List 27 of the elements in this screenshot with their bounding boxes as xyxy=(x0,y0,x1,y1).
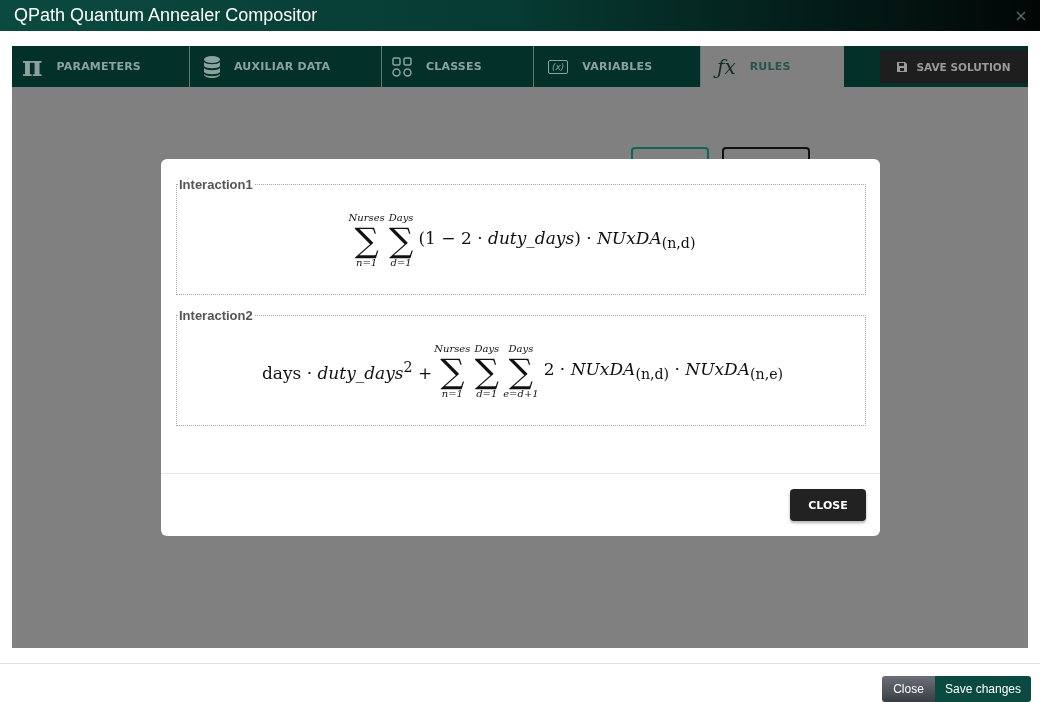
sigma-symbol: ∑ xyxy=(440,354,465,388)
database-icon xyxy=(204,55,220,78)
formula-term: 2 · NUxDA$_{(n,d)}$ · NUxDA$_{(n,e)}$ xyxy=(543,359,784,383)
section-legend: Interaction2 xyxy=(179,308,255,323)
save-changes-button[interactable]: Save changes xyxy=(935,676,1031,702)
floppy-icon xyxy=(897,61,908,72)
sigma-symbol: ∑ xyxy=(388,223,414,257)
sum-upper-limit: Days xyxy=(508,343,534,354)
sigma-symbol: ∑ xyxy=(354,223,379,257)
section-legend: Interaction1 xyxy=(179,177,255,192)
sum-upper-limit: Nurses xyxy=(434,343,471,354)
variable-icon: (x) xyxy=(548,59,569,74)
formula-term: (1 − 2 · duty_days) · NUxDA$_{(n,d)}$ xyxy=(418,228,696,252)
sum-upper-limit: Days xyxy=(388,212,414,223)
sum-upper-limit: Days xyxy=(474,343,500,354)
formula-term: days · duty_days$^{2}$ + xyxy=(261,359,433,383)
tab-icon: π xyxy=(22,52,43,81)
grid-icon xyxy=(392,56,412,77)
close-button[interactable]: Close xyxy=(882,676,935,702)
tab[interactable]: ƒx RULES xyxy=(701,46,844,87)
window-title: QPath Quantum Annealer Compositor xyxy=(14,5,319,26)
close-icon[interactable] xyxy=(1016,10,1026,21)
close-button[interactable]: CLOSE xyxy=(790,489,866,521)
sum-upper-limit: Nurses xyxy=(348,212,385,223)
sigma-symbol: ∑ xyxy=(474,354,499,388)
sigma-symbol: ∑ xyxy=(508,354,534,388)
save-solution-button[interactable]: SAVE SOLUTION xyxy=(880,50,1028,83)
